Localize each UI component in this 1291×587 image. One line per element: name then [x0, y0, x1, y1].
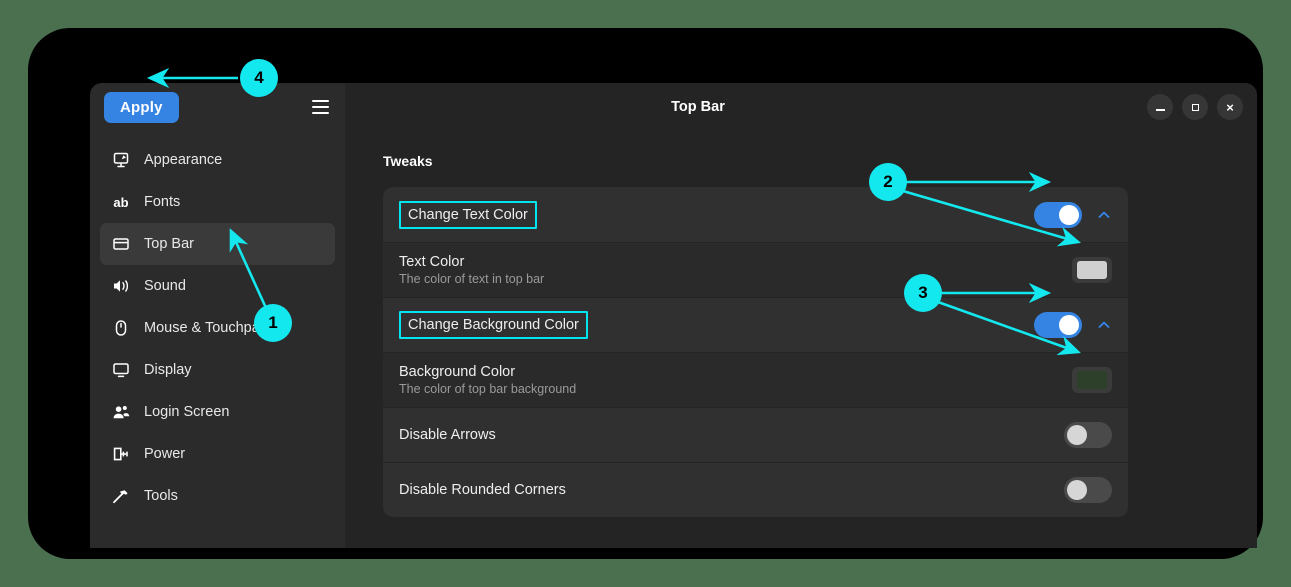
row-text: Background Color The color of top bar ba… [399, 364, 576, 396]
row-controls [1064, 422, 1112, 448]
row-text: Disable Arrows [399, 427, 496, 443]
row-title: Disable Arrows [399, 427, 496, 443]
row-controls [1034, 312, 1112, 338]
row-controls [1034, 201, 1112, 228]
sidebar-item-label: Fonts [144, 194, 181, 210]
sidebar-item-label: Tools [144, 488, 178, 504]
row-controls [1072, 367, 1112, 393]
sidebar-item-label: Display [144, 362, 192, 378]
row-subtitle: The color of top bar background [399, 382, 577, 396]
row-title: Disable Rounded Corners [399, 482, 566, 498]
gnome-tweaks-window: Apply Appearance ab Fonts Top Bar Sound … [90, 83, 1257, 548]
sidebar-item-display[interactable]: Display [100, 349, 335, 391]
sidebar-item-label: Login Screen [144, 404, 230, 420]
close-icon[interactable]: × [1217, 94, 1243, 120]
sidebar-header: Apply [90, 83, 345, 131]
row-controls [1072, 257, 1112, 283]
change-background-color-toggle[interactable] [1034, 312, 1082, 338]
sidebar-nav-list: Appearance ab Fonts Top Bar Sound Mouse … [90, 131, 345, 517]
toggle-knob [1059, 204, 1079, 225]
minimize-icon[interactable] [1147, 94, 1173, 120]
toggle-knob [1059, 315, 1079, 335]
sidebar-item-mouse-touchpad[interactable]: Mouse & Touchpad [100, 307, 335, 349]
hamburger-bar-1 [311, 100, 329, 102]
main-content-area: Top Bar × Tweaks Change Text Color Text … [345, 83, 1257, 548]
hamburger-bar-2 [311, 106, 329, 108]
top-bar-icon [112, 235, 130, 253]
row-change-background-color[interactable]: Change Background Color [383, 297, 1128, 352]
sidebar-item-top-bar[interactable]: Top Bar [100, 223, 335, 265]
row-title: Text Color [399, 254, 465, 270]
tools-icon [112, 487, 130, 505]
apply-button[interactable]: Apply [104, 91, 179, 123]
background-color-chip [1077, 371, 1107, 389]
tweaks-list: Change Text Color Text Color The color o… [383, 187, 1128, 517]
toggle-knob [1067, 425, 1087, 445]
disable-arrows-toggle[interactable] [1064, 422, 1112, 448]
sidebar-item-label: Top Bar [144, 236, 194, 252]
sidebar: Apply Appearance ab Fonts Top Bar Sound … [90, 83, 345, 548]
toggle-knob [1067, 480, 1087, 500]
hamburger-bar-3 [311, 112, 329, 114]
row-disable-rounded-corners[interactable]: Disable Rounded Corners [383, 462, 1128, 517]
sidebar-item-label: Power [144, 446, 186, 462]
sidebar-item-tools[interactable]: Tools [100, 475, 335, 517]
window-controls: × [1147, 94, 1243, 120]
mouse-icon [112, 319, 130, 337]
sound-icon [112, 277, 130, 295]
chevron-up-icon[interactable] [1096, 207, 1112, 223]
sidebar-item-power[interactable]: Power [100, 433, 335, 475]
disable-rounded-corners-toggle[interactable] [1064, 477, 1112, 503]
sidebar-item-label: Sound [144, 278, 186, 294]
row-text: Change Background Color [399, 311, 588, 339]
sidebar-item-login-screen[interactable]: Login Screen [100, 391, 335, 433]
tweaks-content: Tweaks Change Text Color Text Color The … [345, 131, 1257, 517]
sidebar-item-fonts[interactable]: ab Fonts [100, 181, 335, 223]
row-text: Disable Rounded Corners [399, 482, 566, 498]
display-icon [112, 361, 130, 379]
row-disable-arrows[interactable]: Disable Arrows [383, 407, 1128, 462]
row-title: Background Color [399, 364, 516, 380]
row-change-text-color[interactable]: Change Text Color [383, 187, 1128, 242]
maximize-icon[interactable] [1182, 94, 1208, 120]
desktop-window-frame: Apply Appearance ab Fonts Top Bar Sound … [28, 28, 1263, 559]
row-text-color[interactable]: Text Color The color of text in top bar [383, 242, 1128, 297]
appearance-icon [112, 151, 130, 169]
section-heading: Tweaks [383, 153, 433, 169]
hamburger-menu-icon[interactable] [305, 92, 335, 122]
row-subtitle: The color of text in top bar [399, 272, 545, 286]
sidebar-item-label: Mouse & Touchpad [144, 320, 268, 336]
row-text: Change Text Color [399, 200, 537, 229]
chevron-up-icon[interactable] [1096, 317, 1112, 333]
sidebar-item-label: Appearance [144, 152, 223, 168]
fonts-icon: ab [112, 193, 130, 211]
text-color-chip [1077, 261, 1107, 279]
row-controls [1064, 477, 1112, 503]
sidebar-item-sound[interactable]: Sound [100, 265, 335, 307]
background-color-swatch[interactable] [1072, 367, 1112, 393]
power-icon [112, 445, 130, 463]
row-text: Text Color The color of text in top bar [399, 254, 544, 286]
fonts-glyph: ab [113, 194, 129, 210]
change-text-color-toggle[interactable] [1034, 201, 1082, 228]
sidebar-item-appearance[interactable]: Appearance [100, 139, 335, 181]
row-title: Change Background Color [399, 311, 588, 339]
row-title: Change Text Color [399, 200, 537, 229]
text-color-swatch[interactable] [1072, 257, 1112, 283]
row-background-color[interactable]: Background Color The color of top bar ba… [383, 352, 1128, 407]
titlebar: Top Bar × [345, 83, 1257, 131]
login-screen-icon [112, 403, 130, 421]
